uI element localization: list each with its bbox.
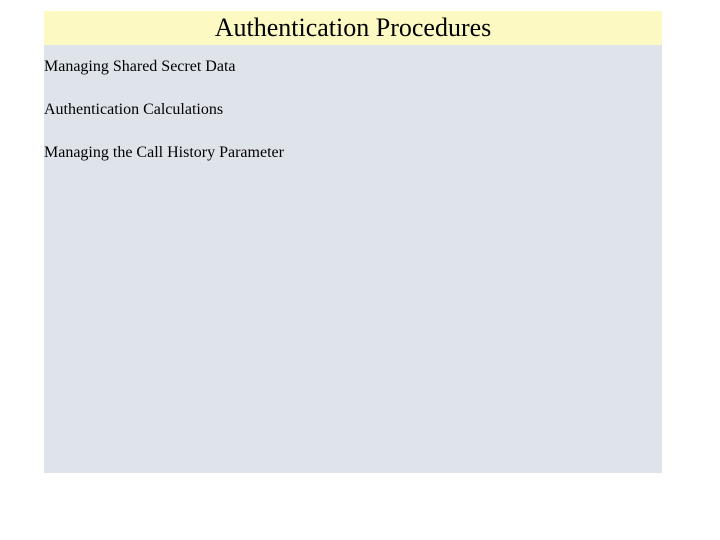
list-item: Managing the Call History Parameter [44,143,662,164]
items-container: Managing Shared Secret Data Authenticati… [44,57,662,185]
slide: Authentication Procedures Managing Share… [0,0,720,540]
list-item: Authentication Calculations [44,100,662,121]
list-item: Managing Shared Secret Data [44,57,662,78]
title-bar: Authentication Procedures [44,11,662,45]
page-title: Authentication Procedures [215,13,492,43]
